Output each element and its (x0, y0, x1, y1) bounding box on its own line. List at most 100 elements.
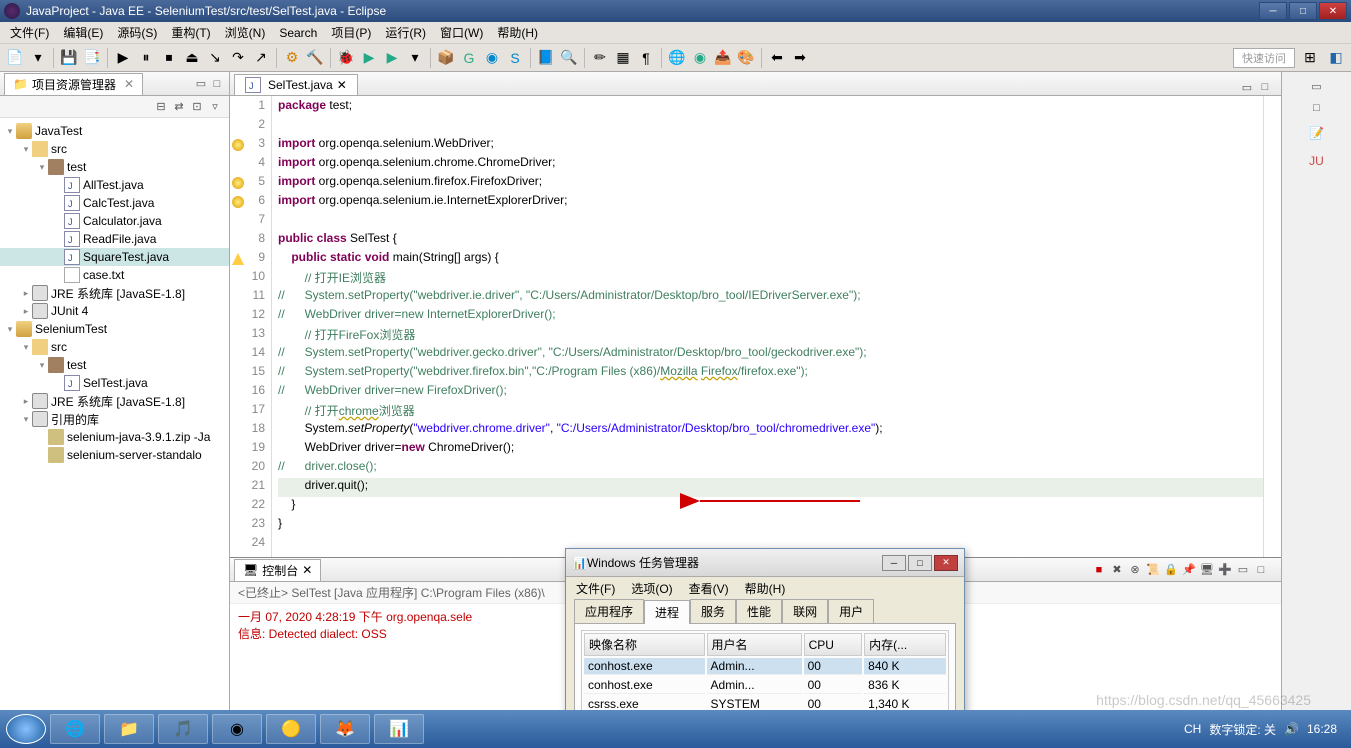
back-button[interactable]: ⬅ (766, 47, 788, 69)
taskbar-item-firefox[interactable]: 🦊 (320, 714, 370, 744)
tm-menu-item[interactable]: 帮助(H) (739, 578, 792, 599)
new-class-button[interactable]: ◉ (481, 47, 503, 69)
menu-item[interactable]: 编辑(E) (57, 22, 109, 43)
step-into-button[interactable]: ↘ (204, 47, 226, 69)
menu-item[interactable]: Search (273, 24, 323, 42)
menu-item[interactable]: 项目(P) (325, 22, 377, 43)
minimize-button[interactable]: ─ (1259, 2, 1287, 20)
open-perspective-button[interactable]: ⊞ (1299, 47, 1321, 69)
code-editor[interactable]: 123456789101112131415161718192021222324 … (230, 96, 1281, 557)
menu-item[interactable]: 运行(R) (379, 22, 432, 43)
scroll-lock-button[interactable]: 🔒 (1163, 562, 1179, 578)
disconnect-button[interactable]: ⏏ (181, 47, 203, 69)
pin-console-button[interactable]: 📌 (1181, 562, 1197, 578)
restore-right-icon[interactable]: ▭ (1309, 78, 1325, 94)
new-button[interactable]: 📄 (4, 47, 26, 69)
terminate-button[interactable]: ■ (1091, 562, 1107, 578)
view-menu-icon[interactable]: ▭ (193, 76, 209, 92)
maximize-button[interactable]: □ (1289, 2, 1317, 20)
minimize-editor-icon[interactable]: ▭ (1239, 79, 1255, 95)
open-type-button[interactable]: 📘 (535, 47, 557, 69)
taskbar-item-chrome[interactable]: 🟡 (266, 714, 316, 744)
maximize-view-icon[interactable]: □ (209, 76, 225, 92)
web-browser-button[interactable]: 🌐 (666, 47, 688, 69)
deploy-button[interactable]: 📤 (712, 47, 734, 69)
menu-item[interactable]: 文件(F) (4, 22, 55, 43)
tree-node[interactable]: ▾test (0, 158, 229, 176)
tm-process-row[interactable]: conhost.exeAdmin...00836 K (584, 677, 946, 694)
filter-icon[interactable]: ⊡ (189, 99, 205, 115)
tm-menu-item[interactable]: 文件(F) (570, 578, 621, 599)
new-java-project-button[interactable]: 📦 (435, 47, 457, 69)
tm-maximize-button[interactable]: □ (908, 555, 932, 571)
tm-tab[interactable]: 性能 (736, 599, 782, 623)
link-editor-icon[interactable]: ⇄ (171, 99, 187, 115)
pause-button[interactable]: ⏸ (135, 47, 157, 69)
new-jsp-button[interactable]: G (458, 47, 480, 69)
tree-node[interactable]: ▸JRE 系统库 [JavaSE-1.8] (0, 284, 229, 302)
outline-view-icon[interactable]: 📝 (1306, 122, 1328, 144)
run-external-button[interactable]: ▶ (381, 47, 403, 69)
new-dropdown[interactable]: ▾ (27, 47, 49, 69)
new-server-button[interactable]: ⚙ (281, 47, 303, 69)
junit-view-icon[interactable]: JU (1306, 150, 1328, 172)
tm-tab[interactable]: 服务 (690, 599, 736, 623)
tree-node[interactable]: selenium-server-standalo (0, 446, 229, 464)
close-editor-icon[interactable]: ✕ (337, 78, 347, 92)
tree-node[interactable]: ▾SeleniumTest (0, 320, 229, 338)
tree-node[interactable]: CalcTest.java (0, 194, 229, 212)
tm-close-button[interactable]: ✕ (934, 555, 958, 571)
tm-menu-item[interactable]: 选项(O) (625, 578, 678, 599)
show-whitespace-button[interactable]: ¶ (635, 47, 657, 69)
tree-node[interactable]: ▾src (0, 140, 229, 158)
clear-console-button[interactable]: 📜 (1145, 562, 1161, 578)
tree-node[interactable]: SelTest.java (0, 374, 229, 392)
tree-node[interactable]: ▸JRE 系统库 [JavaSE-1.8] (0, 392, 229, 410)
overview-ruler[interactable] (1263, 96, 1281, 557)
project-tree[interactable]: ▾JavaTest▾src▾testAllTest.javaCalcTest.j… (0, 118, 229, 722)
tree-node[interactable]: ▾src (0, 338, 229, 356)
toggle-mark-button[interactable]: ✏ (589, 47, 611, 69)
maximize-editor-icon[interactable]: □ (1257, 79, 1273, 95)
build-button[interactable]: 🔨 (304, 47, 326, 69)
tree-node[interactable]: Calculator.java (0, 212, 229, 230)
tree-node[interactable]: selenium-java-3.9.1.zip -Ja (0, 428, 229, 446)
java-ee-perspective-button[interactable]: ◧ (1325, 47, 1347, 69)
tm-tab[interactable]: 进程 (644, 600, 690, 624)
taskbar-item-eclipse[interactable]: ◉ (212, 714, 262, 744)
tm-tab[interactable]: 用户 (828, 599, 874, 623)
menu-item[interactable]: 浏览(N) (219, 22, 272, 43)
step-return-button[interactable]: ↗ (250, 47, 272, 69)
search-button[interactable]: 🔍 (558, 47, 580, 69)
tree-node[interactable]: ReadFile.java (0, 230, 229, 248)
tm-minimize-button[interactable]: ─ (882, 555, 906, 571)
remove-launch-button[interactable]: ✖ (1109, 562, 1125, 578)
new-package-button[interactable]: S (504, 47, 526, 69)
tm-tab[interactable]: 应用程序 (574, 599, 644, 623)
menu-item[interactable]: 源码(S) (111, 22, 163, 43)
tree-node[interactable]: case.txt (0, 266, 229, 284)
quick-access-input[interactable]: 快速访问 (1233, 48, 1295, 68)
close-view-icon[interactable]: ✕ (124, 77, 134, 91)
taskbar-item-media[interactable]: 🎵 (158, 714, 208, 744)
run-button[interactable]: ▶ (358, 47, 380, 69)
open-console-button[interactable]: ➕ (1217, 562, 1233, 578)
max-console-icon[interactable]: □ (1253, 562, 1269, 578)
ime-indicator[interactable]: CH (1184, 722, 1201, 736)
restore-right-max-icon[interactable]: □ (1309, 100, 1325, 116)
console-tab[interactable]: 🖥 控制台 ✕ (234, 559, 321, 581)
tree-node[interactable]: AllTest.java (0, 176, 229, 194)
taskbar-item-explorer[interactable]: 📁 (104, 714, 154, 744)
tree-node[interactable]: ▾引用的库 (0, 410, 229, 428)
clock[interactable]: 16:28 (1307, 722, 1337, 736)
tree-node[interactable]: SquareTest.java (0, 248, 229, 266)
tray-speaker-icon[interactable]: 🔊 (1284, 722, 1299, 736)
tree-node[interactable]: ▾JavaTest (0, 122, 229, 140)
display-console-button[interactable]: 🖥 (1199, 562, 1215, 578)
start-button[interactable] (6, 714, 46, 744)
tm-tab[interactable]: 联网 (782, 599, 828, 623)
step-over-button[interactable]: ↷ (227, 47, 249, 69)
toggle-block-button[interactable]: ▦ (612, 47, 634, 69)
forward-button[interactable]: ➡ (789, 47, 811, 69)
editor-tab-seltest[interactable]: SelTest.java ✕ (234, 74, 358, 95)
